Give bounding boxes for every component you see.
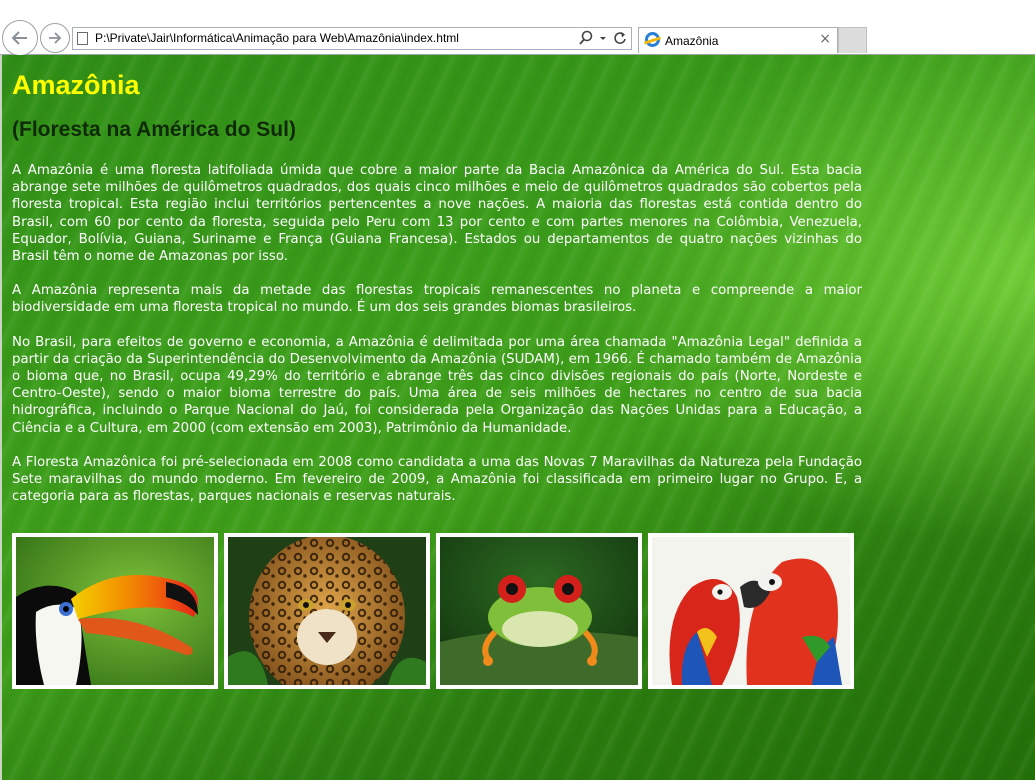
page-icon [77,32,88,45]
page-viewport: Amazônia (Floresta na América do Sul) A … [0,55,1035,780]
page-subtitle: (Floresta na América do Sul) [12,118,296,141]
macaws-photo [648,533,854,689]
forward-arrow-icon [49,32,62,44]
back-button[interactable] [2,20,38,56]
url-text[interactable]: P:\Private\Jair\Informática\Animação par… [95,31,459,45]
new-tab-button[interactable] [838,27,867,53]
back-arrow-icon [11,31,27,45]
paragraph-3: No Brasil, para efeitos de governo e eco… [12,334,862,436]
paragraph-4: A Floresta Amazônica foi pré-selecionada… [12,454,862,505]
close-tab-button[interactable]: × [819,31,831,47]
tab-title: Amazônia [665,34,719,48]
address-tools [579,30,627,46]
search-icon[interactable] [579,30,593,46]
ie-icon [645,32,660,47]
paragraph-1: A Amazônia é uma floresta latifoliada úm… [12,163,862,265]
photo-gallery [12,533,854,689]
page-content: Amazônia (Floresta na América do Sul) A … [12,67,862,505]
dropdown-icon[interactable] [599,30,607,46]
refresh-icon[interactable] [613,30,627,46]
browser-chrome: P:\Private\Jair\Informática\Animação par… [0,0,1035,56]
jaguar-photo [224,533,430,689]
paragraph-2: A Amazônia representa mais da metade das… [12,283,862,316]
viewport-border [0,55,2,780]
tree-frog-photo [436,533,642,689]
tab-amazonia[interactable]: Amazônia × [638,27,838,53]
page-title: Amazônia [12,70,140,100]
address-bar[interactable]: P:\Private\Jair\Informática\Animação par… [72,27,632,50]
toucan-photo [12,533,218,689]
forward-button[interactable] [40,23,70,53]
